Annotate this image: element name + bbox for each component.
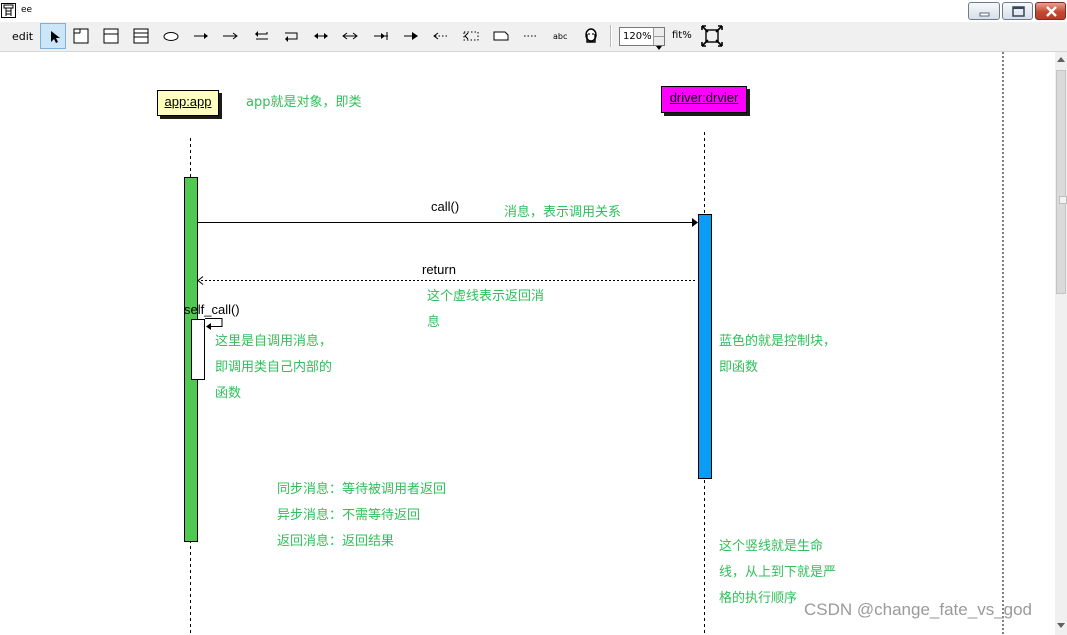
message-type-line: 同步消息：等待被调用者返回 (277, 482, 447, 497)
dotted-box-icon (463, 31, 479, 41)
maximize-button[interactable] (1002, 2, 1033, 20)
text-abc-icon: abc (553, 32, 567, 41)
close-button[interactable] (1035, 2, 1066, 20)
scroll-up-icon[interactable] (1057, 57, 1065, 62)
object-driver[interactable]: driver:drvier (661, 86, 747, 113)
object-box-tool[interactable] (68, 23, 94, 49)
return-message-label[interactable]: return (422, 262, 456, 277)
dotted-left-tool[interactable] (428, 23, 454, 49)
sync-message-icon (194, 33, 208, 39)
zoom-value[interactable]: 120% (623, 31, 652, 42)
self-call-arrowhead (206, 323, 211, 330)
class-box-tool[interactable] (98, 23, 124, 49)
reverse-arrow-icon (374, 32, 388, 40)
diagram-canvas[interactable]: app:app driver:drvier call() return self… (0, 52, 1055, 635)
open-arrow-tool[interactable] (398, 23, 424, 49)
object-app[interactable]: app:app (157, 90, 219, 116)
zoom-increase-button[interactable] (653, 28, 664, 41)
select-tool[interactable] (40, 23, 66, 49)
scroll-down-icon[interactable] (1057, 623, 1065, 628)
self-call-label[interactable]: self_call() (184, 302, 240, 317)
zoom-decrease-button[interactable] (653, 37, 664, 50)
watermark: CSDN @change_fate_vs_god (804, 600, 1033, 619)
text-tool[interactable]: abc (548, 23, 574, 49)
self-return-tool[interactable] (278, 23, 304, 49)
open-arrow-icon (404, 32, 418, 40)
fit-percent-button[interactable]: fit% (672, 30, 692, 41)
async-message-icon (223, 32, 238, 40)
title-bar: ee (0, 0, 1067, 22)
dots-tool[interactable] (518, 23, 544, 49)
return-left-tool[interactable] (248, 23, 274, 49)
self-return-icon (285, 32, 298, 42)
select-arrow-icon (51, 31, 60, 43)
note-tool[interactable] (488, 23, 514, 49)
message-type-line: 异步消息：不需等待返回 (277, 508, 421, 523)
return-note-line: 这个虚线表示返回消 (427, 289, 545, 304)
sync-message-tool[interactable] (188, 23, 214, 49)
return-note[interactable]: 这个虚线表示返回消 息 (427, 284, 544, 336)
diagram-graphics (184, 52, 1004, 635)
object-box-icon (73, 28, 89, 44)
note-icon (493, 31, 509, 41)
bidirectional-open-tool[interactable] (337, 23, 363, 49)
dotted-left-icon (433, 32, 448, 40)
close-icon (1046, 6, 1057, 17)
edit-button[interactable]: edit (12, 30, 33, 43)
vertical-scrollbar[interactable] (1055, 52, 1067, 635)
window-title: ee (21, 5, 33, 15)
toolbar: edit abc 120% fit% (0, 22, 1067, 52)
lifeline-note-line: 线，从上到下就是严 (719, 565, 837, 580)
self-call-note-line: 这里是自调用消息， (215, 334, 333, 349)
dotted-box-tool[interactable] (458, 23, 484, 49)
bidirectional-icon (314, 33, 328, 39)
list-box-tool[interactable] (128, 23, 154, 49)
lifeline-note-line: 这个竖线就是生命 (719, 539, 824, 554)
reverse-arrow-tool[interactable] (368, 23, 394, 49)
return-note-line: 息 (427, 315, 441, 330)
message-note[interactable]: 消息，表示调用关系 (504, 200, 621, 226)
return-left-icon (255, 31, 268, 40)
person-icon (585, 28, 597, 43)
ellipse-tool[interactable] (158, 23, 184, 49)
maximize-icon (1012, 6, 1025, 17)
spin-down-icon (656, 46, 662, 50)
actor-tool[interactable] (578, 23, 604, 49)
class-box-icon (103, 28, 119, 44)
scroll-thumb-grip-icon (1059, 196, 1067, 204)
async-message-tool[interactable] (217, 23, 243, 49)
bidirectional-tool[interactable] (308, 23, 334, 49)
minimize-icon (979, 12, 990, 17)
scroll-thumb[interactable] (1056, 70, 1067, 294)
call-message-label[interactable]: call() (431, 199, 459, 214)
control-note-line: 即函数 (719, 360, 759, 375)
ellipse-icon (163, 32, 179, 41)
message-type-line: 返回消息：返回结果 (277, 534, 395, 549)
message-types-note[interactable]: 同步消息：等待被调用者返回 异步消息：不需等待返回 返回消息：返回结果 (277, 477, 446, 555)
toolbar-separator (610, 25, 612, 47)
self-call-note-line: 即调用类自己内部的 (215, 360, 333, 375)
object-note[interactable]: app就是对象，即类 (246, 90, 361, 116)
minimize-button[interactable] (968, 2, 1000, 20)
self-call-activation[interactable] (191, 319, 205, 380)
fit-to-window-icon[interactable] (701, 25, 723, 47)
bidirectional-open-icon (342, 32, 358, 40)
list-box-icon (133, 28, 149, 44)
app-icon (1, 3, 16, 18)
dots-icon (524, 35, 538, 37)
control-block-note[interactable]: 蓝色的就是控制块， 即函数 (719, 329, 836, 381)
abc-label: abc (553, 32, 567, 41)
driver-activation-bar[interactable] (698, 214, 712, 479)
self-call-note-line: 函数 (215, 386, 242, 401)
self-call-note[interactable]: 这里是自调用消息， 即调用类自己内部的 函数 (215, 329, 332, 407)
self-call-arrow[interactable] (205, 318, 223, 327)
call-arrowhead (692, 218, 698, 227)
zoom-spinner[interactable]: 120% (619, 27, 665, 50)
control-note-line: 蓝色的就是控制块， (719, 334, 837, 349)
